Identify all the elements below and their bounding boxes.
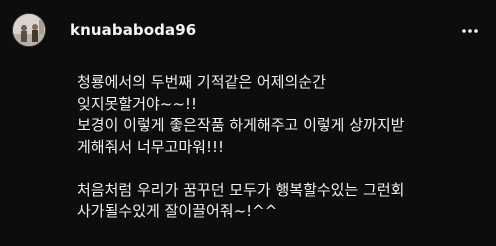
avatar[interactable] [12,13,46,47]
username[interactable]: knuababoda96 [70,21,196,39]
caption-line: 사가될수있게 잘이끌어줘~!^^ [77,202,278,220]
caption-line: 잊지못할거야~~!! [77,94,197,113]
post-header: knuababoda96 [0,0,496,62]
caption-line: 보경이 이렇게 좋은작품 하게해주고 이렇게 상까지받 [77,116,405,134]
caption-line: 청룡에서의 두번째 기적같은 어제의순간 [77,73,326,91]
caption-line: 게해줘서 너무고마워!!! [77,137,225,156]
post-caption: 청룡에서의 두번째 기적같은 어제의순간 잊지못할거야~~!! 보경이 이렇게 … [77,72,487,223]
caption-line: 처음처럼 우리가 꿈꾸던 모두가 행복할수있는 그런회 [77,180,405,199]
profile-photo-icon [13,14,45,46]
more-options-icon[interactable] [461,24,479,38]
